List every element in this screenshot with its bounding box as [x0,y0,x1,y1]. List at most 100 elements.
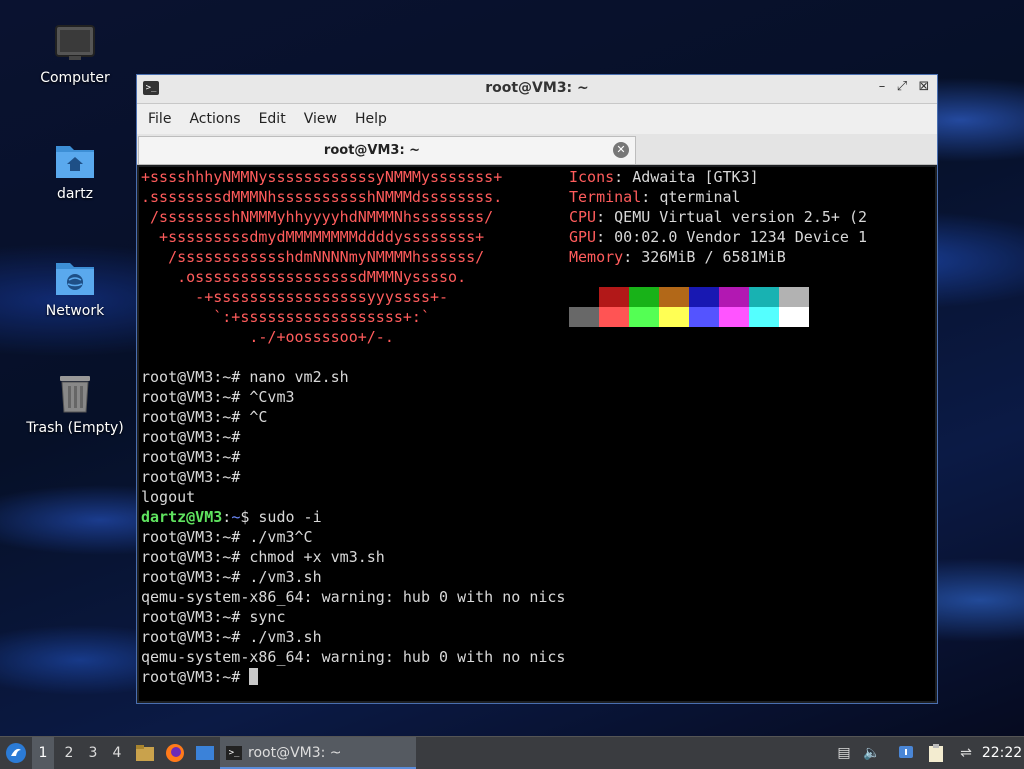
info-key: GPU [569,228,597,246]
terminal-line: logout [141,487,195,507]
info-key: Memory [569,248,624,266]
menu-help[interactable]: Help [346,111,396,127]
terminal-line: root@VM3:~# [141,667,259,687]
terminal-line: root@VM3:~# nano vm2.sh [141,367,349,387]
network-folder-icon [56,263,94,295]
logo-line: +sssssssssdmydMMMMMMMMddddyssssssss+ [141,228,485,246]
info-value: 326MiB / 6581MiB [641,248,786,266]
color-swatch [749,307,779,327]
start-menu-icon[interactable] [2,737,30,769]
color-swatch [659,307,689,327]
terminal-output[interactable]: +sssshhhyNMMNyssssssssssssyNMMMysssssss+… [139,167,935,701]
info-key: CPU [569,208,597,226]
terminal-line: root@VM3:~# ./vm3.sh [141,627,322,647]
workspace-2[interactable]: 2 [58,737,80,769]
text-cursor [249,668,259,685]
info-value: 00:02.0 Vendor 1234 Device 1 [614,228,868,246]
prompt: root@VM3:~# [141,408,241,426]
terminal-app-icon: >_ [226,746,242,760]
color-swatch [719,287,749,307]
menu-edit[interactable]: Edit [250,111,295,127]
info-row: Memory: 326MiB / 6581MiB [569,248,786,266]
desktop-icon-computer[interactable]: Computer [25,24,125,86]
command-text: sync [240,608,286,626]
logo-line: .-/+oossssoo+/-. [141,328,394,346]
desktop-icon-network[interactable]: Network [25,257,125,319]
prompt: root@VM3:~# [141,628,241,646]
terminal-line: root@VM3:~# ./vm3.sh [141,567,322,587]
workspace-4[interactable]: 4 [106,737,128,769]
command-text [240,668,249,686]
prompt: root@VM3:~# [141,368,241,386]
prompt: root@VM3:~# [141,468,241,486]
trash-icon [60,376,90,413]
home-folder-icon [56,146,94,178]
logo-line: `:+ssssssssssssssssss+:` [141,308,430,326]
terminal-line: qemu-system-x86_64: warning: hub 0 with … [141,587,565,607]
close-icon[interactable]: ⊠ [915,79,933,94]
menu-file[interactable]: File [139,111,180,127]
command-text: ./vm3.sh [240,628,322,646]
logo-line: .ossssssssssssssssssdMMMNysssso. [141,268,467,286]
workspace-1[interactable]: 1 [32,737,54,769]
desktop-icon-label: dartz [56,186,94,202]
prompt: root@VM3:~# [141,388,241,406]
file-manager-icon[interactable] [132,737,158,769]
color-swatch [719,307,749,327]
tab-label: root@VM3: ~ [323,143,421,158]
computer-icon [55,25,95,60]
color-swatch [569,287,599,307]
window-title: root@VM3: ~ [485,80,589,96]
color-swatch [689,287,719,307]
prompt: root@VM3:~# [141,448,241,466]
task-terminal[interactable]: >_ root@VM3: ~ [220,737,416,769]
volume-icon[interactable]: 🔈 [860,737,884,769]
prompt-user: dartz@VM3 [141,508,223,526]
clipboard-icon[interactable] [924,737,948,769]
command-text: qemu-system-x86_64: warning: hub 0 with … [141,588,566,606]
show-desktop-icon[interactable] [192,737,218,769]
window-titlebar[interactable]: >_ root@VM3: ~ – ⤢ ⊠ [137,75,937,104]
logo-line: .ssssssssdMMMNhsssssssssshNMMMdssssssss. [141,188,503,206]
command-text: qemu-system-x86_64: warning: hub 0 with … [141,648,566,666]
command-text: nano vm2.sh [240,368,349,386]
clock[interactable]: 22:22 [980,737,1024,769]
color-swatch [599,287,629,307]
color-swatch [569,307,599,327]
terminal-line: root@VM3:~# [141,467,240,487]
prompt: root@VM3:~# [141,568,241,586]
workspace-3[interactable]: 3 [82,737,104,769]
info-value: Adwaita [GTK3] [632,168,759,186]
command-text: ./vm3.sh [240,568,322,586]
prompt: root@VM3:~# [141,608,241,626]
terminal-line: dartz@VM3:~$ sudo -i [141,507,322,527]
color-swatch [659,287,689,307]
desktop-icon-home[interactable]: dartz [25,140,125,202]
command-text: logout [141,488,196,506]
tab-terminal[interactable]: root@VM3: ~ ✕ [138,136,636,164]
command-text: ./vm3^C [240,528,313,546]
color-swatch [599,307,629,327]
color-swatch [779,307,809,327]
menu-actions[interactable]: Actions [180,111,249,127]
desktop-icon-label: Network [45,303,105,319]
terminal-window: >_ root@VM3: ~ – ⤢ ⊠ File Actions Edit V… [136,74,938,704]
maximize-icon[interactable]: ⤢ [893,79,911,94]
taskbar: 1 2 3 4 >_ root@VM3: ~ ▤ 🔈 ⇌ 22:22 [0,736,1024,769]
color-swatch [629,287,659,307]
desktop-icon-trash[interactable]: Trash (Empty) [25,372,125,436]
prompt: root@VM3:~# [141,668,241,686]
tray-clipboard-icon[interactable]: ▤ [834,737,854,769]
info-row: CPU: QEMU Virtual version 2.5+ (2 [569,208,868,226]
minimize-icon[interactable]: – [873,79,891,94]
notification-icon[interactable] [894,737,918,769]
network-status-icon[interactable]: ⇌ [954,737,978,769]
color-swatch [629,307,659,327]
info-key: Icons [569,168,615,186]
info-row: GPU: 00:02.0 Vendor 1234 Device 1 [569,228,868,246]
firefox-icon[interactable] [162,737,188,769]
menu-view[interactable]: View [295,111,346,127]
tab-close-icon[interactable]: ✕ [613,142,629,158]
prompt-sep: : [222,508,232,526]
menu-bar: File Actions Edit View Help [137,104,937,134]
